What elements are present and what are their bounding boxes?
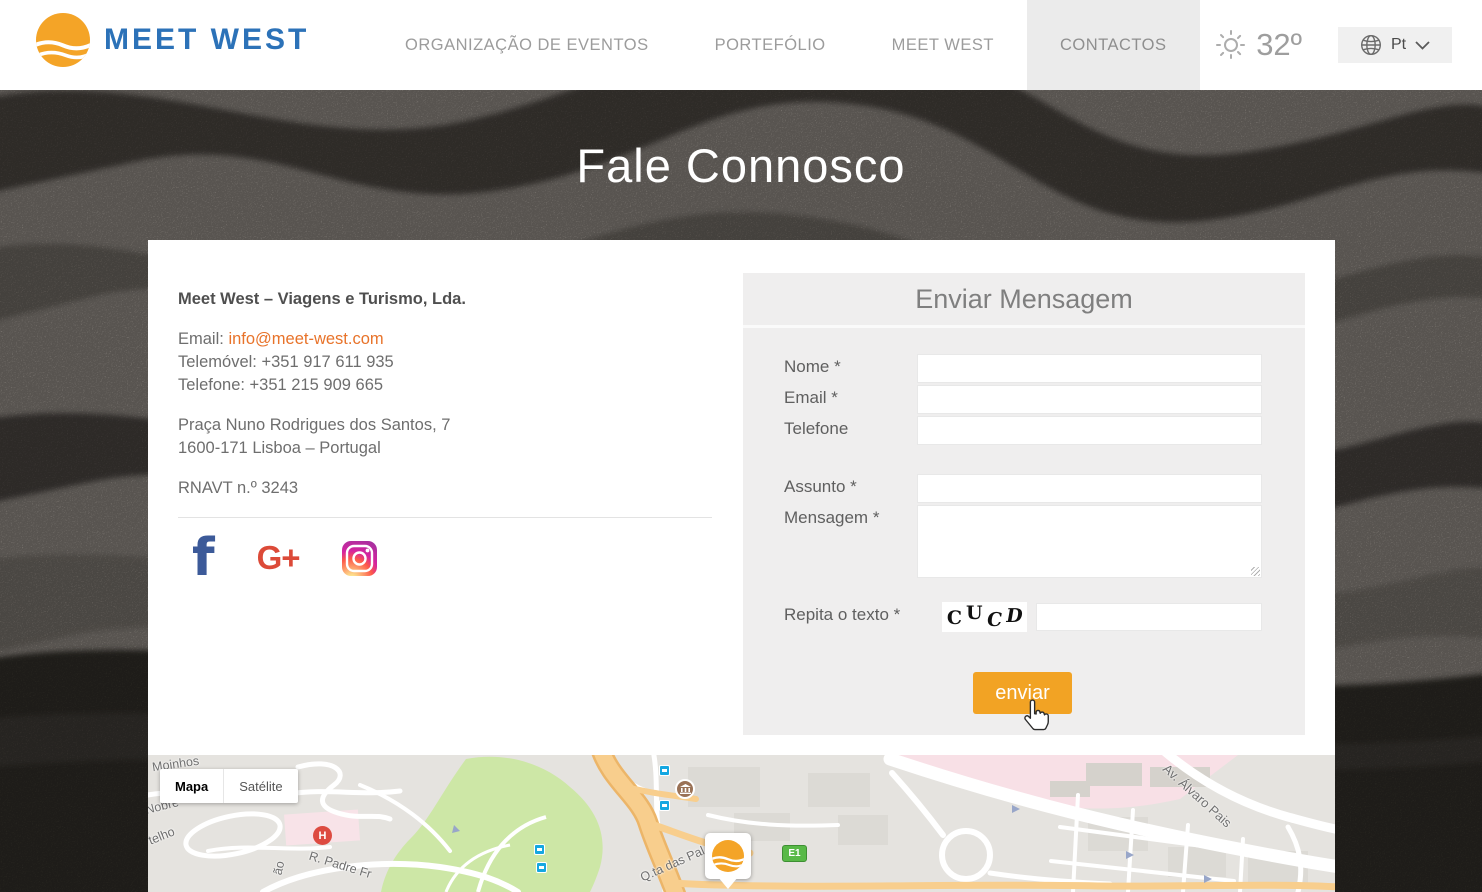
- meetwest-map-marker[interactable]: [705, 833, 751, 879]
- email-input[interactable]: [917, 385, 1262, 414]
- message-textarea[interactable]: [917, 505, 1262, 578]
- submit-button[interactable]: enviar: [973, 672, 1072, 714]
- google-map[interactable]: Mapa Satélite Moinhos Nobre telho R. Pad…: [148, 755, 1335, 892]
- meetwest-logo-icon: [36, 13, 90, 67]
- globe-icon: [1360, 34, 1382, 56]
- chevron-down-icon: [1415, 41, 1430, 50]
- bus-stop-icon: [659, 765, 670, 776]
- license-number: RNAVT n.º 3243: [178, 479, 298, 498]
- hero-section: Fale Connosco: [0, 90, 1482, 240]
- phone-line: Telefone: +351 215 909 665: [178, 376, 383, 395]
- map-type-control: Mapa Satélite: [160, 769, 298, 803]
- brand-logo[interactable]: MEET WEST: [36, 13, 309, 67]
- address-line-2: 1600-171 Lisboa – Portugal: [178, 439, 381, 458]
- mobile-line: Telemóvel: +351 917 611 935: [178, 353, 394, 372]
- captcha-char: D: [1004, 605, 1024, 627]
- facebook-icon[interactable]: f: [192, 535, 215, 581]
- name-label: Nome *: [784, 357, 841, 377]
- email-line: Email: info@meet-west.com: [178, 330, 384, 349]
- satellite-button[interactable]: Satélite: [224, 769, 297, 803]
- divider: [178, 517, 712, 518]
- nav-meet-west[interactable]: MEET WEST: [859, 0, 1027, 90]
- name-input[interactable]: [917, 354, 1262, 383]
- phone-input[interactable]: [917, 416, 1262, 445]
- social-links: f G+: [192, 535, 377, 581]
- phone-label: Telefone: [784, 419, 848, 439]
- brand-name: MEET WEST: [104, 23, 309, 57]
- nav-portefolio[interactable]: PORTEFÓLIO: [682, 0, 859, 90]
- message-label: Mensagem *: [784, 508, 879, 528]
- captcha-char: C: [947, 607, 962, 629]
- email-field-label: Email *: [784, 388, 838, 408]
- nav-contactos[interactable]: CONTACTOS: [1027, 0, 1200, 90]
- bus-stop-icon: [536, 862, 547, 873]
- page-title: Fale Connosco: [576, 138, 905, 193]
- google-plus-icon[interactable]: G+: [257, 539, 300, 577]
- nav-organizacao-de-eventos[interactable]: ORGANIZAÇÃO DE EVENTOS: [372, 0, 682, 90]
- museum-icon: [675, 779, 695, 799]
- language-selector[interactable]: Pt: [1338, 27, 1452, 63]
- captcha-label: Repita o texto *: [784, 605, 900, 625]
- contact-form: Enviar Mensagem Nome * Email * Telefone …: [743, 273, 1305, 735]
- subject-input[interactable]: [917, 474, 1262, 503]
- captcha-char: C: [985, 609, 1003, 631]
- map-button[interactable]: Mapa: [160, 769, 223, 803]
- hospital-marker-icon: H: [313, 826, 332, 845]
- weather-widget: 32º: [1216, 0, 1302, 90]
- content-card: Meet West – Viagens e Turismo, Lda. Emai…: [148, 240, 1335, 892]
- form-title: Enviar Mensagem: [915, 284, 1133, 315]
- address-line-1: Praça Nuno Rodrigues dos Santos, 7: [178, 416, 450, 435]
- highway-shield: E1: [782, 845, 807, 862]
- street-label: ão: [271, 860, 288, 877]
- captcha-image: C U C D: [942, 602, 1027, 632]
- captcha-input[interactable]: [1036, 603, 1262, 631]
- sun-icon: [1216, 30, 1246, 60]
- form-header: Enviar Mensagem: [743, 273, 1305, 328]
- bus-stop-icon: [534, 844, 545, 855]
- company-name: Meet West – Viagens e Turismo, Lda.: [178, 290, 466, 309]
- captcha-char: U: [966, 602, 983, 624]
- main-nav: ORGANIZAÇÃO DE EVENTOS PORTEFÓLIO MEET W…: [372, 0, 1200, 90]
- site-header: MEET WEST ORGANIZAÇÃO DE EVENTOS PORTEFÓ…: [0, 0, 1482, 90]
- bus-stop-icon: [659, 800, 670, 811]
- instagram-glyph: [342, 541, 377, 576]
- textarea-resize-grip[interactable]: [1251, 567, 1260, 576]
- email-link[interactable]: info@meet-west.com: [228, 330, 383, 348]
- temperature-value: 32º: [1256, 27, 1302, 63]
- language-value: Pt: [1391, 36, 1406, 54]
- subject-label: Assunto *: [784, 477, 857, 497]
- instagram-icon[interactable]: [342, 541, 377, 576]
- meetwest-logo-icon: [712, 840, 744, 872]
- email-label: Email:: [178, 330, 228, 348]
